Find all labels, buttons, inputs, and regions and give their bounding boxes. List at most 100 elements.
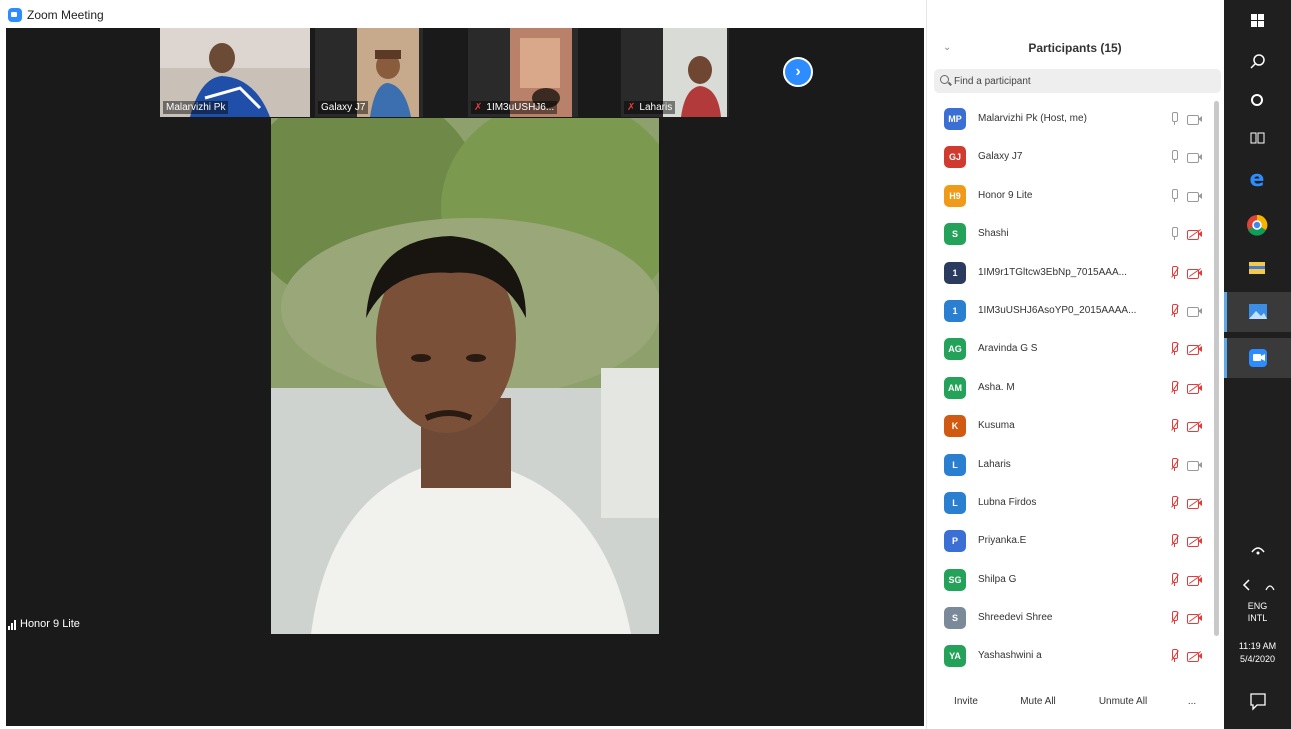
participant-name: Asha. M	[978, 381, 1015, 393]
participant-name: Lubna Firdos	[978, 496, 1037, 508]
video-area: Malarvizhi Pk Galaxy J7 ✗ 1IM3uUSHJ6... …	[6, 28, 924, 726]
participant-avatar: AG	[944, 338, 966, 361]
video-off-icon[interactable]	[1187, 574, 1203, 586]
participants-header: ⌄ Participants (15)	[927, 28, 1223, 66]
participant-row[interactable]: MP Malarvizhi Pk (Host, me)	[927, 101, 1215, 139]
task-view-icon	[1250, 132, 1265, 144]
participant-search[interactable]	[934, 69, 1221, 93]
speaker-video-image	[271, 118, 659, 634]
participant-avatar: MP	[944, 108, 966, 130]
participant-row[interactable]: S Shreedevi Shree	[927, 600, 1215, 638]
search-taskbar-button[interactable]	[1224, 42, 1291, 82]
task-view-button[interactable]	[1224, 118, 1291, 158]
active-speaker-video[interactable]	[271, 118, 659, 634]
zoom-app-icon	[1249, 349, 1267, 367]
clock[interactable]: 11:19 AM 5/4/2020	[1224, 640, 1291, 666]
muted-mic-icon[interactable]	[1169, 380, 1179, 395]
video-off-icon[interactable]	[1187, 651, 1203, 663]
muted-mic-icon[interactable]	[1169, 457, 1179, 472]
zoom-taskbar-button[interactable]	[1224, 338, 1291, 378]
thumbnail-video[interactable]: ✗ Laharis	[621, 28, 729, 117]
mic-icon[interactable]	[1169, 227, 1179, 241]
signal-bars-icon	[8, 618, 17, 630]
participant-row[interactable]: L Laharis	[927, 447, 1215, 485]
thumbnail-video[interactable]: Malarvizhi Pk	[160, 28, 310, 117]
muted-mic-icon[interactable]	[1169, 342, 1179, 356]
unmute-all-button[interactable]: Unmute All	[1090, 690, 1156, 714]
muted-mic-icon[interactable]	[1169, 265, 1179, 280]
participant-row[interactable]: 1 1IM3uUSHJ6AsoYP0_2015AAAA...	[927, 293, 1215, 331]
muted-mic-icon[interactable]	[1169, 611, 1179, 625]
participant-avatar: SG	[944, 568, 966, 591]
participant-row[interactable]: H9 Honor 9 Lite	[927, 178, 1215, 216]
participant-name: Shashi	[978, 228, 1009, 240]
video-camera-icon[interactable]	[1187, 191, 1203, 202]
more-options-button[interactable]: ...	[1179, 690, 1205, 714]
tray-icons	[1242, 579, 1275, 591]
mic-icon[interactable]	[1169, 112, 1179, 126]
video-camera-icon[interactable]	[1187, 114, 1203, 125]
mic-icon[interactable]	[1169, 150, 1179, 164]
mute-all-button[interactable]: Mute All	[1009, 690, 1067, 714]
muted-mic-icon[interactable]	[1169, 534, 1179, 548]
tray-button[interactable]	[1224, 570, 1291, 600]
svg-text:e: e	[1250, 167, 1265, 192]
video-off-icon[interactable]	[1187, 344, 1203, 356]
video-camera-icon[interactable]	[1187, 306, 1203, 317]
video-off-icon[interactable]	[1187, 382, 1203, 394]
muted-mic-icon[interactable]	[1169, 495, 1179, 510]
participant-row[interactable]: P Priyanka.E	[927, 523, 1215, 561]
participant-row[interactable]: GJ Galaxy J7	[927, 139, 1215, 177]
video-off-icon[interactable]	[1187, 536, 1203, 548]
participant-row[interactable]: K Kusuma	[927, 408, 1215, 446]
muted-mic-icon[interactable]	[1169, 649, 1179, 663]
video-camera-icon[interactable]	[1187, 152, 1203, 164]
video-off-icon[interactable]	[1187, 497, 1203, 509]
thumbnail-label: Malarvizhi Pk	[163, 101, 229, 114]
search-input[interactable]	[954, 72, 1204, 90]
muted-mic-icon[interactable]	[1169, 419, 1179, 433]
participant-row[interactable]: YA Yashashwini a	[927, 638, 1215, 676]
network-button[interactable]	[1224, 532, 1291, 562]
start-button[interactable]	[1224, 0, 1291, 40]
video-off-icon[interactable]	[1187, 421, 1203, 433]
participant-name: Kusuma	[978, 420, 1015, 432]
participant-name: Priyanka.E	[978, 535, 1027, 547]
participant-row[interactable]: AM Asha. M	[927, 370, 1215, 408]
mic-icon[interactable]	[1169, 188, 1179, 203]
language-indicator[interactable]: ENG INTL	[1224, 600, 1291, 624]
muted-mic-icon[interactable]	[1169, 303, 1179, 318]
chrome-icon	[1247, 214, 1268, 236]
scrollbar[interactable]	[1214, 101, 1219, 636]
next-page-button[interactable]: ›	[783, 57, 813, 87]
video-off-icon[interactable]	[1187, 229, 1203, 241]
video-camera-icon[interactable]	[1187, 460, 1203, 471]
edge-button[interactable]: e	[1224, 158, 1291, 198]
participant-row[interactable]: 1 1IM9r1TGltcw3EbNp_7015AAA...	[927, 255, 1215, 293]
cortana-button[interactable]	[1224, 80, 1291, 120]
participant-avatar: AM	[944, 376, 966, 399]
chrome-button[interactable]	[1224, 205, 1291, 245]
photos-button[interactable]	[1224, 292, 1291, 332]
participant-avatar: S	[944, 223, 966, 246]
file-explorer-button[interactable]	[1224, 248, 1291, 288]
participant-row[interactable]: SG Shilpa G	[927, 562, 1215, 600]
participant-name: Malarvizhi Pk (Host, me)	[978, 113, 1087, 124]
participant-avatar: 1	[944, 261, 966, 284]
invite-button[interactable]: Invite	[945, 690, 987, 714]
muted-mic-icon[interactable]	[1169, 572, 1179, 587]
notifications-button[interactable]	[1224, 684, 1291, 718]
thumbnail-video[interactable]: ✗ 1IM3uUSHJ6...	[468, 28, 578, 117]
participant-avatar: L	[944, 453, 966, 476]
participant-row[interactable]: AG Aravinda G S	[927, 331, 1215, 369]
video-off-icon[interactable]	[1187, 613, 1203, 625]
participant-avatar: GJ	[944, 146, 966, 169]
folder-icon	[1249, 262, 1265, 274]
participant-row[interactable]: L Lubna Firdos	[927, 485, 1215, 523]
participant-avatar: YA	[944, 645, 966, 668]
thumbnail-video[interactable]: Galaxy J7	[315, 28, 423, 117]
video-off-icon[interactable]	[1187, 267, 1203, 279]
participant-name: Shilpa G	[978, 573, 1017, 585]
participant-row[interactable]: S Shashi	[927, 216, 1215, 254]
zoom-window: Zoom Meeting – ⧉ ✕ Malarvizhi Pk	[0, 0, 1291, 729]
